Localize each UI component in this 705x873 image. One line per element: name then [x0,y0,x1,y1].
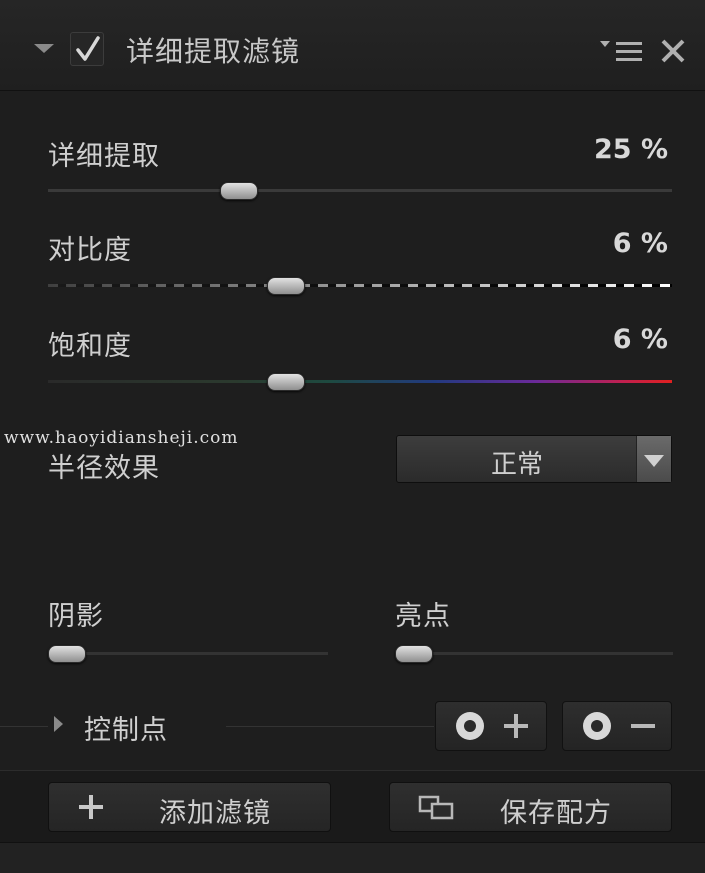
add-filter-button[interactable]: 添加滤镜 [48,782,331,832]
close-icon[interactable] [660,38,686,64]
save-recipe-label: 保存配方 [500,798,612,829]
add-filter-label: 添加滤镜 [159,798,271,829]
collapse-arrow-icon[interactable] [34,44,54,53]
detail-extractor-panel: 详细提取滤镜 详细提取 25 % 对比度 6 % 饱和度 6 % www.hao… [0,0,705,873]
control-points-divider [226,726,434,727]
plus-icon [79,795,103,819]
expand-arrow-icon[interactable] [54,716,63,732]
control-points-divider-left [0,726,48,727]
panel-title: 详细提取滤镜 [126,35,301,68]
detail-extraction-thumb[interactable] [220,182,258,200]
contrast-track[interactable] [48,284,672,287]
contrast-value: 6 % [612,228,668,259]
add-control-point-button[interactable] [435,701,547,751]
panel-menu-icon[interactable] [600,38,646,64]
shadows-track[interactable] [48,652,328,655]
highlights-label: 亮点 [395,601,451,632]
remove-control-point-icon [583,712,655,740]
watermark-text: www.haoyidiansheji.com [4,428,239,448]
add-control-point-icon [456,712,528,740]
control-points-label: 控制点 [84,715,168,746]
save-recipe-icon [418,795,454,820]
dropdown-arrow-icon[interactable] [636,436,671,482]
panel-header: 详细提取滤镜 [0,0,705,91]
save-recipe-button[interactable]: 保存配方 [389,782,672,832]
radius-effect-select[interactable]: 正常 [396,435,672,483]
saturation-label: 饱和度 [48,331,132,362]
enable-filter-checkbox[interactable] [70,32,104,66]
shadows-label: 阴影 [48,601,104,632]
detail-extraction-label: 详细提取 [48,141,160,172]
panel-bottom-bar [0,842,705,873]
detail-extraction-track[interactable] [48,189,672,192]
saturation-track[interactable] [48,380,672,383]
contrast-thumb[interactable] [267,277,305,295]
radius-effect-selected: 正常 [490,450,543,480]
highlights-thumb[interactable] [395,645,433,663]
saturation-value: 6 % [612,324,668,355]
saturation-thumb[interactable] [267,373,305,391]
checkmark-icon [76,36,100,61]
highlights-track[interactable] [395,652,673,655]
radius-effect-label: 半径效果 [48,453,160,484]
remove-control-point-button[interactable] [562,701,672,751]
contrast-label: 对比度 [48,235,132,266]
shadows-thumb[interactable] [48,645,86,663]
detail-extraction-value: 25 % [593,134,668,165]
